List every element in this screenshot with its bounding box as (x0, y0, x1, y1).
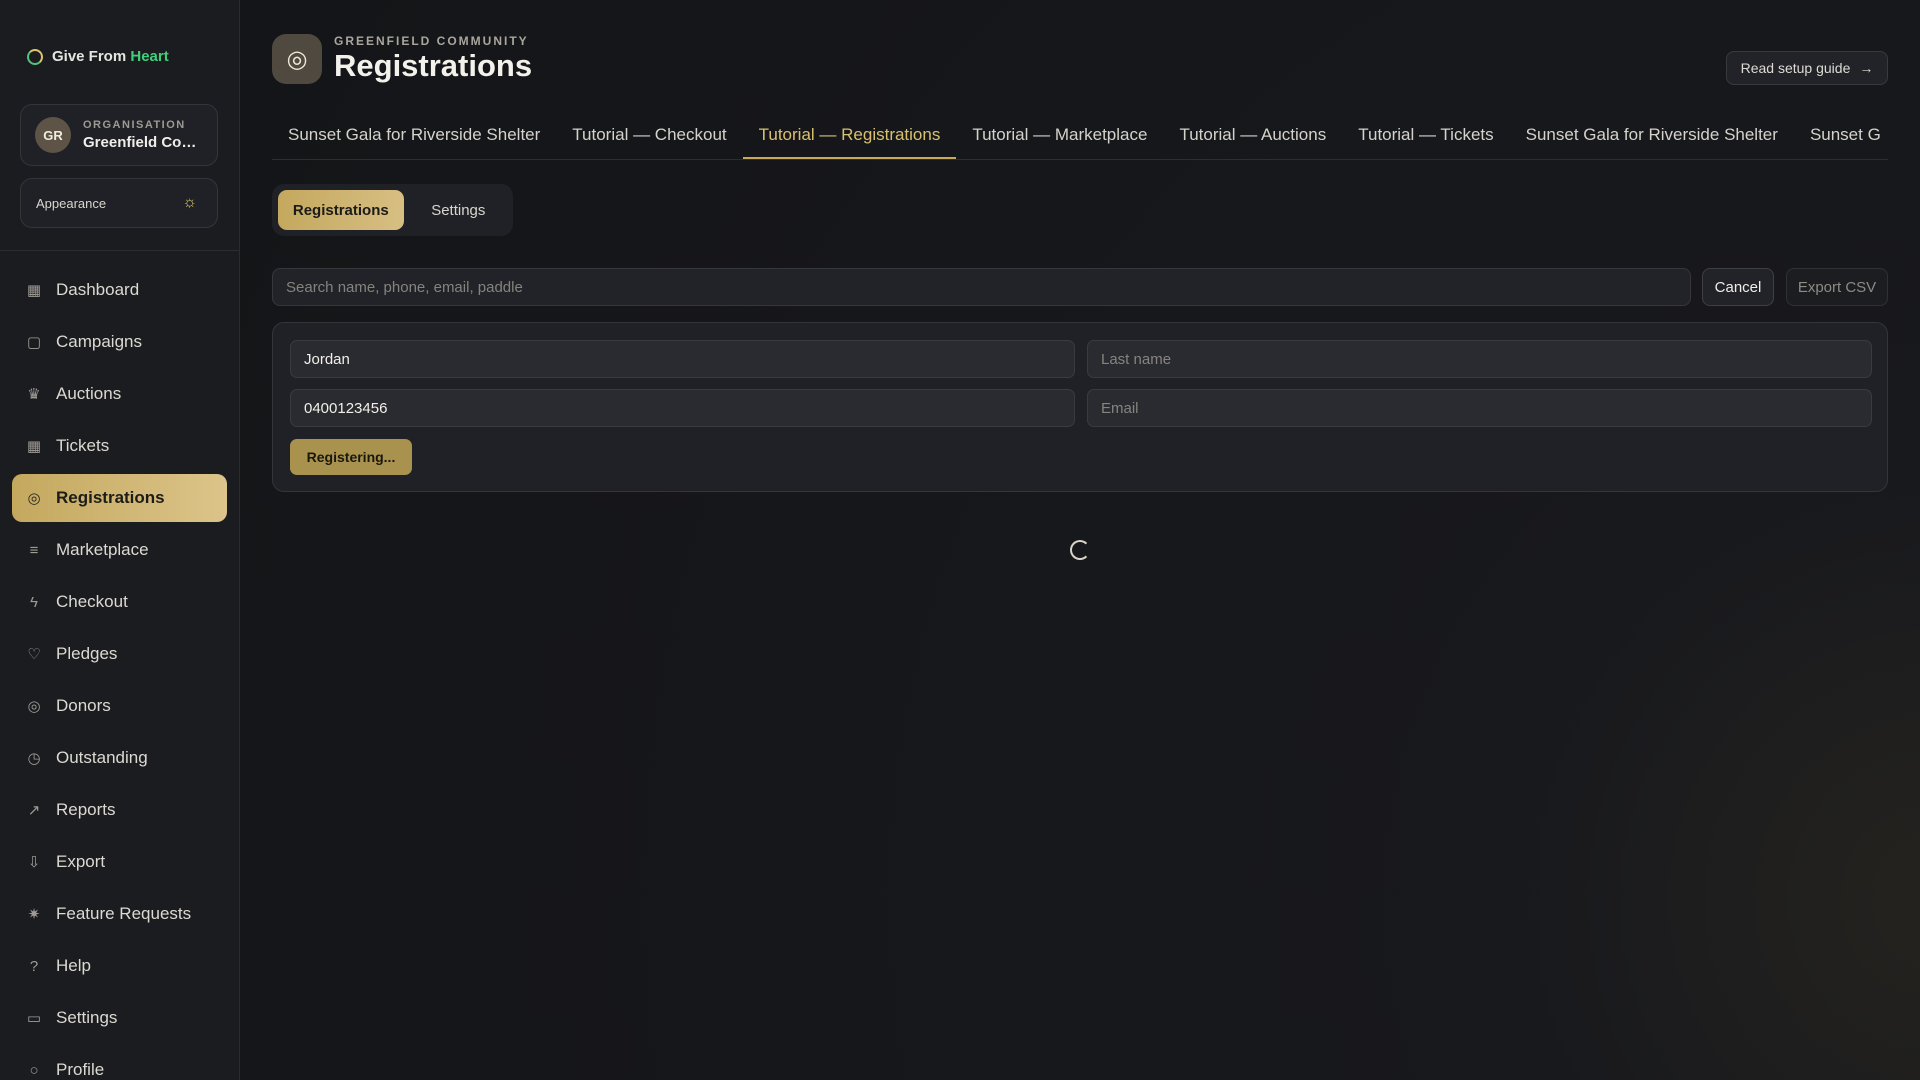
sidebar-item-label: Profile (56, 1060, 105, 1079)
tab-registrations[interactable]: Registrations (278, 190, 404, 230)
sidebar-item-outstanding[interactable]: ◷ Outstanding (12, 734, 227, 782)
sidebar-item-dashboard[interactable]: ▦ Dashboard (12, 266, 227, 314)
sidebar-item-label: Dashboard (56, 280, 140, 299)
sidebar: Give From Heart GR ORGANISATION Greenfie… (0, 0, 240, 1080)
sidebar-item-campaigns[interactable]: ▢ Campaigns (12, 318, 227, 366)
sidebar-item-label: Feature Requests (56, 904, 192, 923)
users-icon: ◎ (27, 490, 41, 507)
sidebar-item-profile[interactable]: ○ Profile (12, 1046, 227, 1080)
phone-field[interactable] (290, 389, 1075, 427)
tab-sunset-gala[interactable]: Sunset Gala for Riverside Shelter (272, 117, 556, 159)
tab-tutorial-checkout[interactable]: Tutorial — Checkout (556, 117, 742, 159)
sparkle-icon: ✷ (27, 906, 41, 923)
tab-sunset-gala-2[interactable]: Sunset Gala for Riverside Shelter (1510, 117, 1794, 159)
sidebar-item-label: Export (56, 852, 106, 871)
list-icon: ≡ (29, 541, 39, 559)
sidebar-item-label: Outstanding (56, 748, 148, 767)
appearance-toggle[interactable]: Appearance ☼ (20, 178, 218, 228)
export-csv-button[interactable]: Export CSV (1786, 268, 1888, 306)
dashboard-icon: ▦ (26, 282, 42, 299)
page-title: Registrations (334, 48, 533, 83)
registration-form: Registering... (272, 322, 1888, 492)
page-kicker: GREENFIELD COMMUNITY (334, 34, 529, 48)
sidebar-item-label: Help (56, 956, 91, 975)
guide-label: Read setup guide (1740, 60, 1851, 76)
last-name-field[interactable] (1087, 340, 1872, 378)
sidebar-item-reports[interactable]: ↗ Reports (12, 786, 227, 834)
trend-icon: ↗ (27, 802, 41, 819)
sidebar-item-tickets[interactable]: ▦ Tickets (12, 422, 227, 470)
sidebar-item-label: Auctions (56, 384, 122, 403)
heart-icon: ♡ (27, 646, 41, 663)
sidebar-item-help[interactable]: ? Help (12, 942, 227, 990)
sidebar-divider (0, 250, 239, 251)
appearance-label: Appearance (36, 195, 107, 211)
section-tabs: Registrations Settings (272, 184, 513, 236)
organisation-text: ORGANISATION Greenfield Com... (83, 119, 203, 151)
sidebar-item-export[interactable]: ⇩ Export (12, 838, 227, 886)
brand-logo[interactable]: Give From Heart (27, 48, 169, 65)
bolt-icon: ϟ (30, 593, 38, 611)
sidebar-item-label: Registrations (56, 488, 165, 507)
sidebar-item-donors[interactable]: ◎ Donors (12, 682, 227, 730)
help-icon: ? (29, 957, 39, 975)
sun-icon[interactable]: ☼ (182, 194, 197, 212)
sidebar-item-label: Marketplace (56, 540, 149, 559)
clock-icon: ◷ (27, 750, 41, 767)
organisation-name: Greenfield Com... (83, 134, 203, 151)
sidebar-nav: ▦ Dashboard ▢ Campaigns ♛ Auctions ▦ Tickets… (12, 266, 227, 1080)
users-icon: ◎ (272, 34, 322, 84)
organisation-label: ORGANISATION (83, 119, 186, 131)
brand-ring-icon (27, 48, 43, 65)
card-icon: ▭ (26, 1010, 42, 1027)
brand-name: Give From Heart (52, 48, 169, 65)
organisation-switcher[interactable]: GR ORGANISATION Greenfield Com... (20, 104, 218, 166)
tab-tutorial-registrations[interactable]: Tutorial — Registrations (742, 117, 957, 159)
tab-sunset-gala-3[interactable]: Sunset G (1794, 117, 1888, 159)
sidebar-item-label: Pledges (56, 644, 118, 663)
sidebar-item-label: Campaigns (56, 332, 142, 351)
tab-tutorial-marketplace[interactable]: Tutorial — Marketplace (956, 117, 1163, 159)
first-name-field[interactable] (290, 340, 1075, 378)
sidebar-item-label: Tickets (56, 436, 110, 455)
sidebar-item-pledges[interactable]: ♡ Pledges (12, 630, 227, 678)
register-button[interactable]: Registering... (290, 439, 412, 475)
sidebar-item-settings[interactable]: ▭ Settings (12, 994, 227, 1042)
ticket-icon: ▦ (26, 438, 42, 455)
cancel-button[interactable]: Cancel (1702, 268, 1774, 306)
event-tabs: Sunset Gala for Riverside Shelter Tutori… (272, 117, 1888, 160)
users-icon: ◎ (27, 698, 41, 715)
tab-tutorial-tickets[interactable]: Tutorial — Tickets (1342, 117, 1509, 159)
brand-name-accent: Heart (130, 48, 169, 65)
sidebar-item-checkout[interactable]: ϟ Checkout (12, 578, 227, 626)
organisation-avatar: GR (35, 117, 71, 153)
loading-spinner-icon (1070, 540, 1090, 560)
sidebar-item-label: Checkout (56, 592, 128, 611)
main-content: ◎ GREENFIELD COMMUNITY Registrations Rea… (240, 0, 1920, 1080)
tab-settings[interactable]: Settings (410, 190, 507, 230)
arrow-right-icon: → (1859, 60, 1874, 76)
sidebar-item-auctions[interactable]: ♛ Auctions (12, 370, 227, 418)
sidebar-item-registrations[interactable]: ◎ Registrations (12, 474, 227, 522)
read-setup-guide-button[interactable]: Read setup guide → (1726, 51, 1888, 85)
sidebar-item-label: Reports (56, 800, 116, 819)
brand-name-prefix: Give From (52, 48, 127, 65)
sidebar-item-label: Settings (56, 1008, 118, 1027)
download-icon: ⇩ (27, 854, 41, 871)
tab-tutorial-auctions[interactable]: Tutorial — Auctions (1163, 117, 1342, 159)
sidebar-item-marketplace[interactable]: ≡ Marketplace (12, 526, 227, 574)
sidebar-item-label: Donors (56, 696, 111, 715)
user-icon: ○ (29, 1061, 39, 1079)
search-input[interactable] (272, 268, 1691, 306)
email-field[interactable] (1087, 389, 1872, 427)
calendar-icon: ▢ (26, 334, 42, 351)
trophy-icon: ♛ (27, 386, 41, 403)
sidebar-item-feature-requests[interactable]: ✷ Feature Requests (12, 890, 227, 938)
app-shell: Give From Heart GR ORGANISATION Greenfie… (0, 0, 1920, 1080)
